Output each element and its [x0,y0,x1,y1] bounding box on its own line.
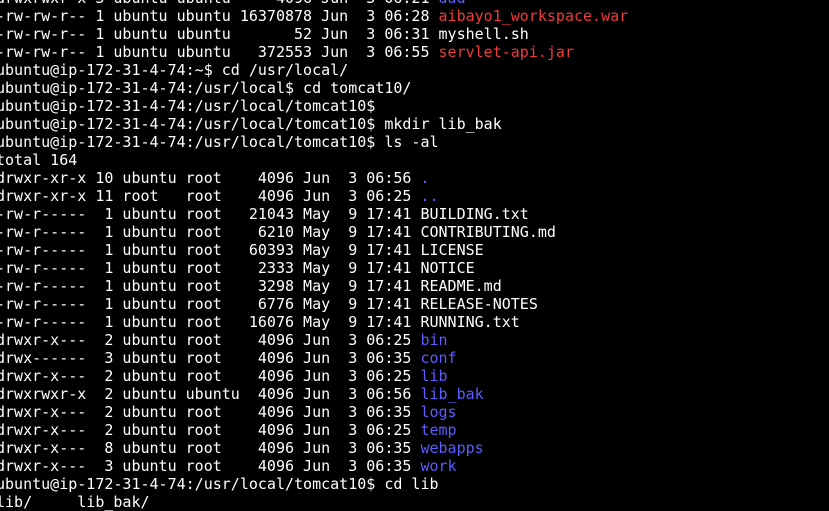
terminal-line: ubuntu@ip-172-31-4-74:/usr/local/tomcat1… [0,115,829,133]
terminal-line: -rw-rw-r-- 1 ubuntu ubuntu 16370878 Jun … [0,7,829,25]
line-text: -rw-rw-r-- 1 ubuntu ubuntu 52 Jun 3 06:3… [0,25,529,43]
line-text: -rw-r----- 1 ubuntu root 2333 May 9 17:4… [0,259,475,277]
terminal-line: drwxr-x--- 2 ubuntu root 4096 Jun 3 06:3… [0,403,829,421]
file-name: lib_bak [420,385,484,403]
terminal-line: drwxr-x--- 2 ubuntu root 4096 Jun 3 06:2… [0,421,829,439]
terminal-line: -rw-rw-r-- 1 ubuntu ubuntu 52 Jun 3 06:3… [0,25,829,43]
terminal-line: ubuntu@ip-172-31-4-74:~$ cd /usr/local/ [0,61,829,79]
terminal-line: -rw-r----- 1 ubuntu root 6210 May 9 17:4… [0,223,829,241]
file-name: work [420,457,457,475]
line-text: drwxr-x--- 2 ubuntu root 4096 Jun 3 06:2… [0,331,421,349]
terminal-line: drwx------ 3 ubuntu root 4096 Jun 3 06:3… [0,349,829,367]
terminal-line: -rw-r----- 1 ubuntu root 21043 May 9 17:… [0,205,829,223]
line-text: -rw-r----- 1 ubuntu root 6776 May 9 17:4… [0,295,538,313]
file-name: . [420,169,430,187]
line-text: ubuntu@ip-172-31-4-74:~$ cd /usr/local/ [0,61,349,79]
line-text: lib/ lib_bak/ [0,493,150,511]
line-text: ubuntu@ip-172-31-4-74:/usr/local$ cd tom… [0,79,412,97]
terminal-line: -rw-r----- 1 ubuntu root 6776 May 9 17:4… [0,295,829,313]
line-text: ubuntu@ip-172-31-4-74:/usr/local/tomcat1… [0,97,376,115]
file-name: aibayo1_workspace.war [438,7,629,25]
file-name: logs [420,403,457,421]
file-name: .. [420,187,439,205]
terminal-line: ubuntu@ip-172-31-4-74:/usr/local/tomcat1… [0,475,829,493]
line-text: total 164 [0,151,78,169]
line-text: drwxr-xr-x 11 root root 4096 Jun 3 06:25 [0,187,421,205]
line-text: drwxr-x--- 3 ubuntu root 4096 Jun 3 06:3… [0,457,421,475]
file-name: temp [420,421,457,439]
line-text: -rw-r----- 1 ubuntu root 16076 May 9 17:… [0,313,520,331]
line-text: drwxrwxr-x 3 ubuntu ubuntu 4096 Jun 3 06… [0,0,439,7]
terminal-line: drwxrwxr-x 2 ubuntu ubuntu 4096 Jun 3 06… [0,385,829,403]
file-name: bin [420,331,448,349]
file-name: conf [420,349,457,367]
line-text: drwxr-x--- 2 ubuntu root 4096 Jun 3 06:3… [0,403,421,421]
line-text: -rw-r----- 1 ubuntu root 21043 May 9 17:… [0,205,529,223]
terminal-line: drwxr-x--- 2 ubuntu root 4096 Jun 3 06:2… [0,331,829,349]
line-text: ubuntu@ip-172-31-4-74:/usr/local/tomcat1… [0,115,502,133]
terminal-line: drwxrwxr-x 3 ubuntu ubuntu 4096 Jun 3 06… [0,0,829,7]
line-text: -rw-r----- 1 ubuntu root 3298 May 9 17:4… [0,277,502,295]
line-text: -rw-rw-r-- 1 ubuntu ubuntu 372553 Jun 3 … [0,43,439,61]
line-text: drwx------ 3 ubuntu root 4096 Jun 3 06:3… [0,349,421,367]
line-text: ubuntu@ip-172-31-4-74:/usr/local/tomcat1… [0,475,439,493]
line-text: -rw-r----- 1 ubuntu root 60393 May 9 17:… [0,241,484,259]
line-text: drwxr-xr-x 10 ubuntu root 4096 Jun 3 06:… [0,169,421,187]
line-text: drwxr-x--- 2 ubuntu root 4096 Jun 3 06:2… [0,367,421,385]
terminal-line: drwxr-x--- 3 ubuntu root 4096 Jun 3 06:3… [0,457,829,475]
terminal-output[interactable]: drwxrwxr-x 3 ubuntu ubuntu 4096 Jun 3 06… [0,0,829,511]
terminal-line: -rw-rw-r-- 1 ubuntu ubuntu 372553 Jun 3 … [0,43,829,61]
terminal-line: ubuntu@ip-172-31-4-74:/usr/local/tomcat1… [0,97,829,115]
terminal-line: -rw-r----- 1 ubuntu root 3298 May 9 17:4… [0,277,829,295]
terminal-line: total 164 [0,151,829,169]
line-text: drwxr-x--- 8 ubuntu root 4096 Jun 3 06:3… [0,439,421,457]
terminal-line: ubuntu@ip-172-31-4-74:/usr/local/tomcat1… [0,133,829,151]
file-name: lib [420,367,448,385]
terminal-line: drwxr-x--- 2 ubuntu root 4096 Jun 3 06:2… [0,367,829,385]
terminal-line: drwxr-x--- 8 ubuntu root 4096 Jun 3 06:3… [0,439,829,457]
terminal-line: -rw-r----- 1 ubuntu root 16076 May 9 17:… [0,313,829,331]
line-text: drwxrwxr-x 2 ubuntu ubuntu 4096 Jun 3 06… [0,385,421,403]
terminal-line: lib/ lib_bak/ [0,493,829,511]
file-name: webapps [420,439,484,457]
line-text: -rw-r----- 1 ubuntu root 6210 May 9 17:4… [0,223,556,241]
terminal-line: drwxr-xr-x 10 ubuntu root 4096 Jun 3 06:… [0,169,829,187]
line-text: drwxr-x--- 2 ubuntu root 4096 Jun 3 06:2… [0,421,421,439]
terminal-line: drwxr-xr-x 11 root root 4096 Jun 3 06:25… [0,187,829,205]
file-name: servlet-api.jar [438,43,574,61]
terminal-line: -rw-r----- 1 ubuntu root 2333 May 9 17:4… [0,259,829,277]
file-name: ddd [439,0,466,7]
terminal-line: -rw-r----- 1 ubuntu root 60393 May 9 17:… [0,241,829,259]
line-text: -rw-rw-r-- 1 ubuntu ubuntu 16370878 Jun … [0,7,439,25]
terminal-line: ubuntu@ip-172-31-4-74:/usr/local$ cd tom… [0,79,829,97]
line-text: ubuntu@ip-172-31-4-74:/usr/local/tomcat1… [0,133,439,151]
